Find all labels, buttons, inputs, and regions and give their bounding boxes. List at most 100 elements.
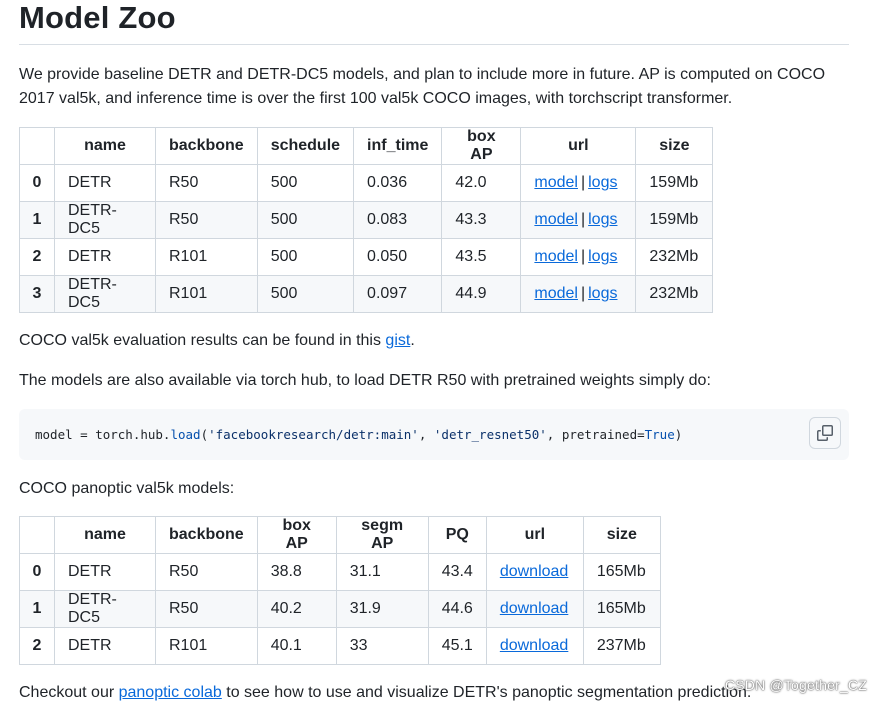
column-header-size: size (582, 516, 661, 554)
column-header-url: url (485, 516, 584, 554)
logs-link[interactable]: logs (588, 285, 617, 302)
cell-box-ap: 42.0 (441, 164, 522, 202)
column-header-inf-time: inf_time (353, 127, 443, 165)
readme-section: Model Zoo We provide baseline DETR and D… (19, 0, 849, 701)
panoptic-table: name backbone box AP segm AP PQ url size… (19, 516, 661, 665)
separator: | (580, 211, 586, 228)
cell-backbone: R101 (155, 627, 258, 665)
column-header-pq: PQ (427, 516, 487, 554)
cell-box-ap: 40.2 (256, 590, 337, 628)
download-link[interactable]: download (500, 563, 569, 580)
cell-index: 2 (19, 238, 55, 276)
cell-size: 232Mb (635, 275, 714, 313)
table-row: 1 DETR-DC5 R50 500 0.083 43.3 model | logs… (19, 201, 714, 239)
cell-size: 165Mb (582, 553, 661, 591)
code-block: model = torch.hub.load('facebookresearch… (19, 409, 849, 460)
cell-box-ap: 40.1 (256, 627, 337, 665)
cell-backbone: R50 (155, 164, 258, 202)
cell-inf-time: 0.036 (353, 164, 443, 202)
gist-link[interactable]: gist (385, 332, 410, 349)
logs-link[interactable]: logs (588, 248, 617, 265)
cell-name: DETR (54, 627, 156, 665)
copy-button[interactable] (809, 417, 841, 449)
cell-url: model | logs (520, 275, 637, 313)
table-row: 0 DETR R50 500 0.036 42.0 model | logs 159… (19, 164, 714, 202)
cell-backbone: R50 (155, 553, 258, 591)
separator: | (580, 174, 586, 191)
download-link[interactable]: download (500, 637, 569, 654)
column-header-box-ap: box AP (441, 127, 522, 165)
cell-schedule: 500 (256, 164, 355, 202)
cell-url: download (485, 590, 584, 628)
cell-backbone: R101 (155, 238, 258, 276)
cell-name: DETR-DC5 (54, 201, 156, 239)
table-row: 3 DETR-DC5 R101 500 0.097 44.9 model | log… (19, 275, 714, 313)
cell-box-ap: 44.9 (441, 275, 522, 313)
evaluation-note: COCO val5k evaluation results can be fou… (19, 329, 415, 353)
panoptic-colab-link[interactable]: panoptic colab (119, 684, 222, 701)
cell-size: 159Mb (635, 201, 714, 239)
separator: | (580, 285, 586, 302)
column-header-box-ap: box AP (256, 516, 337, 554)
cell-index: 1 (19, 590, 55, 628)
table-header-row: name backbone schedule inf_time box AP u… (19, 127, 714, 165)
cell-index: 2 (19, 627, 55, 665)
logs-link[interactable]: logs (588, 211, 617, 228)
cell-pq: 45.1 (427, 627, 487, 665)
copy-icon (817, 425, 833, 441)
column-header-url: url (520, 127, 637, 165)
column-header-backbone: backbone (155, 127, 258, 165)
cell-url: model | logs (520, 201, 637, 239)
model-link[interactable]: model (534, 285, 578, 302)
cell-name: DETR-DC5 (54, 275, 156, 313)
cell-name: DETR (54, 164, 156, 202)
cell-url: model | logs (520, 164, 637, 202)
colab-note-end: to see how to use and visualize DETR's p… (221, 684, 752, 701)
cell-name: DETR (54, 238, 156, 276)
table-header-row: name backbone box AP segm AP PQ url size (19, 516, 661, 554)
cell-index: 0 (19, 164, 55, 202)
download-link[interactable]: download (500, 600, 569, 617)
evaluation-note-text: COCO val5k evaluation results can be fou… (19, 332, 386, 349)
logs-link[interactable]: logs (588, 174, 617, 191)
table-row: 0 DETR R50 38.8 31.1 43.4 download 165Mb (19, 553, 661, 591)
cell-schedule: 500 (256, 275, 355, 313)
cell-size: 159Mb (635, 164, 714, 202)
cell-pq: 43.4 (427, 553, 487, 591)
cell-inf-time: 0.050 (353, 238, 443, 276)
table-row: 2 DETR R101 500 0.050 43.5 model | logs 23… (19, 238, 714, 276)
cell-name: DETR (54, 553, 156, 591)
cell-size: 232Mb (635, 238, 714, 276)
cell-name: DETR-DC5 (54, 590, 156, 628)
cell-url: download (485, 627, 584, 665)
cell-index: 1 (19, 201, 55, 239)
model-zoo-table: name backbone schedule inf_time box AP u… (19, 127, 714, 313)
column-header-name: name (54, 516, 156, 554)
cell-backbone: R50 (155, 590, 258, 628)
cell-inf-time: 0.097 (353, 275, 443, 313)
cell-index: 3 (19, 275, 55, 313)
torch-hub-note: The models are also available via torch … (19, 372, 711, 389)
colab-note: Checkout our panoptic colab to see how t… (19, 681, 751, 705)
cell-box-ap: 43.3 (441, 201, 522, 239)
panoptic-heading-note: COCO panoptic val5k models: (19, 480, 235, 497)
model-link[interactable]: model (534, 248, 578, 265)
column-header-size: size (635, 127, 714, 165)
colab-note-text: Checkout our (19, 684, 119, 701)
column-header-index (19, 127, 55, 165)
cell-url: download (485, 553, 584, 591)
evaluation-note-end: . (410, 332, 415, 349)
cell-box-ap: 43.5 (441, 238, 522, 276)
cell-schedule: 500 (256, 238, 355, 276)
model-link[interactable]: model (534, 174, 578, 191)
cell-segm-ap: 33 (335, 627, 429, 665)
code-text: model = torch.hub.load('facebookresearch… (35, 427, 683, 442)
model-link[interactable]: model (534, 211, 578, 228)
cell-backbone: R101 (155, 275, 258, 313)
cell-segm-ap: 31.1 (335, 553, 429, 591)
table-row: 1 DETR-DC5 R50 40.2 31.9 44.6 download 1… (19, 590, 661, 628)
cell-backbone: R50 (155, 201, 258, 239)
cell-segm-ap: 31.9 (335, 590, 429, 628)
column-header-backbone: backbone (155, 516, 258, 554)
page-title: Model Zoo (19, 0, 849, 45)
